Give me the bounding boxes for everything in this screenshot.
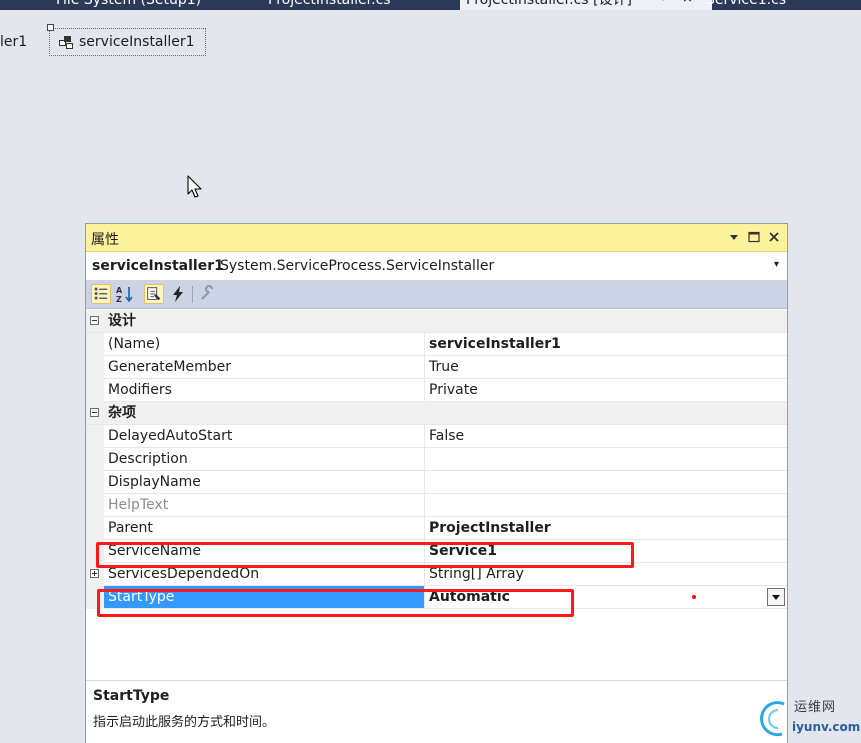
toolbar-separator <box>192 286 193 303</box>
description-text: 指示启动此服务的方式和时间。 <box>93 715 276 730</box>
pin-icon[interactable]: ⇐ <box>660 0 671 6</box>
tray-item-label: serviceInstaller1 <box>79 34 195 50</box>
property-name: Description <box>104 448 425 470</box>
tray-item-service-installer[interactable]: serviceInstaller1 <box>47 24 206 56</box>
collapse-icon[interactable] <box>90 408 99 417</box>
collapse-icon[interactable] <box>90 316 99 325</box>
property-row-parent[interactable]: Parent ProjectInstaller <box>86 517 787 540</box>
chevron-down-icon[interactable]: ▾ <box>774 259 779 270</box>
properties-icon[interactable] <box>144 284 164 304</box>
value-dropdown-button[interactable] <box>767 588 785 606</box>
annotation-starttype-box <box>97 589 574 617</box>
category-label: 设计 <box>108 313 136 329</box>
dropdown-icon[interactable] <box>726 229 742 245</box>
object-type: System.ServiceProcess.ServiceInstaller <box>220 258 495 274</box>
component-icon <box>59 36 73 49</box>
maximize-icon[interactable] <box>746 229 762 245</box>
watermark-cn: 运维网 <box>794 700 837 715</box>
selection-handle[interactable] <box>47 24 54 31</box>
property-row-delayedautostart[interactable]: DelayedAutoStart False <box>86 425 787 448</box>
category-row-design[interactable]: 设计 <box>86 310 787 333</box>
close-icon[interactable] <box>766 229 782 245</box>
property-name: HelpText <box>104 494 425 516</box>
description-title: StartType <box>93 688 170 704</box>
property-row-name[interactable]: (Name) serviceInstaller1 <box>86 333 787 356</box>
properties-toolbar: A Z <box>86 281 787 309</box>
property-value[interactable] <box>425 494 787 516</box>
red-dot-marker <box>692 595 696 599</box>
property-row-description[interactable]: Description <box>86 448 787 471</box>
document-tab-strip: File System (Setup1) ProjectInstaller.cs… <box>0 0 861 10</box>
properties-title: 属性 <box>91 232 119 248</box>
object-name: serviceInstaller1 <box>92 258 224 274</box>
property-row-helptext[interactable]: HelpText <box>86 494 787 517</box>
annotation-servicename-box <box>96 542 634 568</box>
property-value[interactable] <box>425 471 787 493</box>
object-selector[interactable]: serviceInstaller1 System.ServiceProcess.… <box>86 252 787 281</box>
tab-label: ProjectInstaller.cs [设计] <box>466 0 632 8</box>
category-label: 杂项 <box>108 405 136 421</box>
property-value[interactable] <box>425 448 787 470</box>
property-value[interactable]: False <box>425 425 787 447</box>
tab-file-system[interactable]: File System (Setup1) <box>56 0 201 10</box>
properties-window: 属性 serviceInstaller1 System.ServiceProce… <box>85 223 788 743</box>
property-value[interactable]: ProjectInstaller <box>425 517 787 539</box>
property-name: GenerateMember <box>104 356 425 378</box>
categorized-icon[interactable] <box>91 284 111 304</box>
events-icon[interactable] <box>168 284 188 304</box>
alphabetical-icon[interactable]: A Z <box>115 284 135 304</box>
property-row-generatemember[interactable]: GenerateMember True <box>86 356 787 379</box>
expand-icon[interactable] <box>90 569 99 578</box>
tab-service1[interactable]: Service1.cs <box>706 0 786 10</box>
properties-title-bar[interactable]: 属性 <box>86 224 787 252</box>
tab-close-icon[interactable]: × <box>682 0 693 6</box>
description-pane: StartType 指示启动此服务的方式和时间。 <box>86 680 787 743</box>
property-name: Parent <box>104 517 425 539</box>
category-row-misc[interactable]: 杂项 <box>86 402 787 425</box>
property-name: (Name) <box>104 333 425 355</box>
property-value[interactable]: True <box>425 356 787 378</box>
tab-project-installer-code[interactable]: ProjectInstaller.cs <box>268 0 391 10</box>
watermark-url: iyunv.com <box>792 720 861 734</box>
property-row-displayname[interactable]: DisplayName <box>86 471 787 494</box>
tab-project-installer-design[interactable]: ProjectInstaller.cs [设计] <box>460 0 712 10</box>
mouse-cursor-icon <box>187 175 202 198</box>
svg-text:A: A <box>116 286 123 295</box>
property-name: Modifiers <box>104 379 425 401</box>
watermark-logo-icon <box>760 701 785 737</box>
property-name: DelayedAutoStart <box>104 425 425 447</box>
property-value[interactable]: Private <box>425 379 787 401</box>
property-name: DisplayName <box>104 471 425 493</box>
property-value[interactable]: serviceInstaller1 <box>425 333 787 355</box>
property-pages-icon[interactable] <box>198 284 218 304</box>
property-row-modifiers[interactable]: Modifiers Private <box>86 379 787 402</box>
watermark: 运维网 iyunv.com <box>756 694 861 743</box>
tray-item-partial[interactable]: ler1 <box>0 34 27 50</box>
svg-text:Z: Z <box>116 295 122 304</box>
